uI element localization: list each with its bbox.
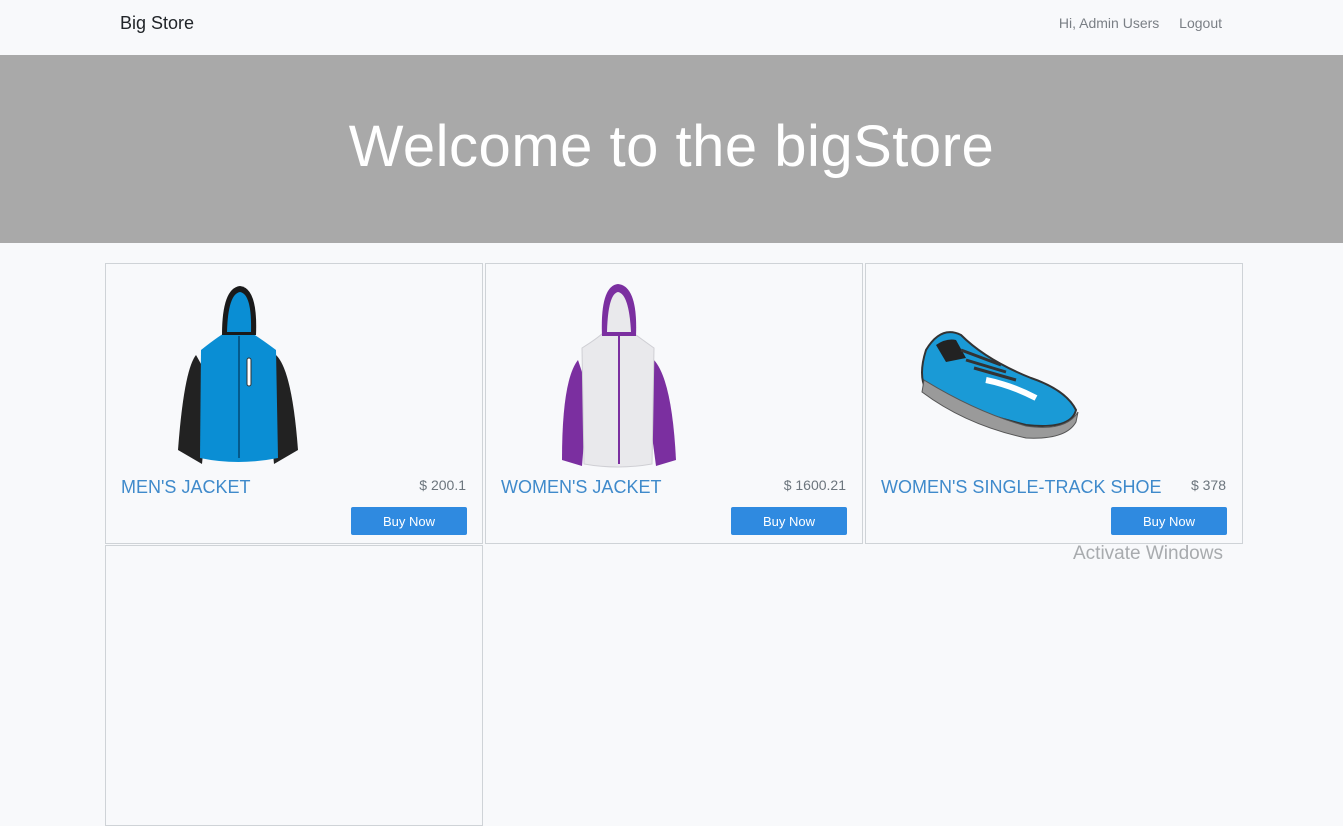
product-price: $ 200.1 [419, 477, 466, 493]
buy-now-button[interactable]: Buy Now [1111, 507, 1227, 535]
mens-jacket-image[interactable] [106, 280, 482, 470]
hero-title: Welcome to the bigStore [348, 114, 995, 179]
product-card-partial [105, 545, 483, 826]
product-price: $ 1600.21 [783, 477, 846, 493]
shoe-image[interactable] [866, 280, 1242, 470]
product-title[interactable]: WOMEN'S JACKET [501, 477, 661, 498]
activate-windows-watermark: Activate Windows [1073, 543, 1223, 564]
product-card: WOMEN'S SINGLE-TRACK SHOE $ 378 Buy Now [865, 263, 1243, 544]
brand-link[interactable]: Big Store [120, 13, 194, 34]
product-price: $ 378 [1190, 477, 1226, 493]
womens-jacket-image[interactable] [486, 280, 862, 470]
logout-link[interactable]: Logout [1179, 15, 1222, 31]
buy-now-button[interactable]: Buy Now [351, 507, 467, 535]
product-card: WOMEN'S JACKET $ 1600.21 Buy Now [485, 263, 863, 544]
product-card: MEN'S JACKET $ 200.1 Buy Now [105, 263, 483, 544]
product-title[interactable]: WOMEN'S SINGLE-TRACK SHOE [881, 477, 1161, 498]
buy-now-button[interactable]: Buy Now [731, 507, 847, 535]
product-title[interactable]: MEN'S JACKET [121, 477, 250, 498]
user-greeting[interactable]: Hi, Admin Users [1059, 15, 1159, 31]
nav-right: Hi, Admin Users Logout [1043, 15, 1222, 31]
hero-banner: Welcome to the bigStore [0, 55, 1343, 243]
navbar: Big Store Hi, Admin Users Logout [0, 0, 1343, 55]
